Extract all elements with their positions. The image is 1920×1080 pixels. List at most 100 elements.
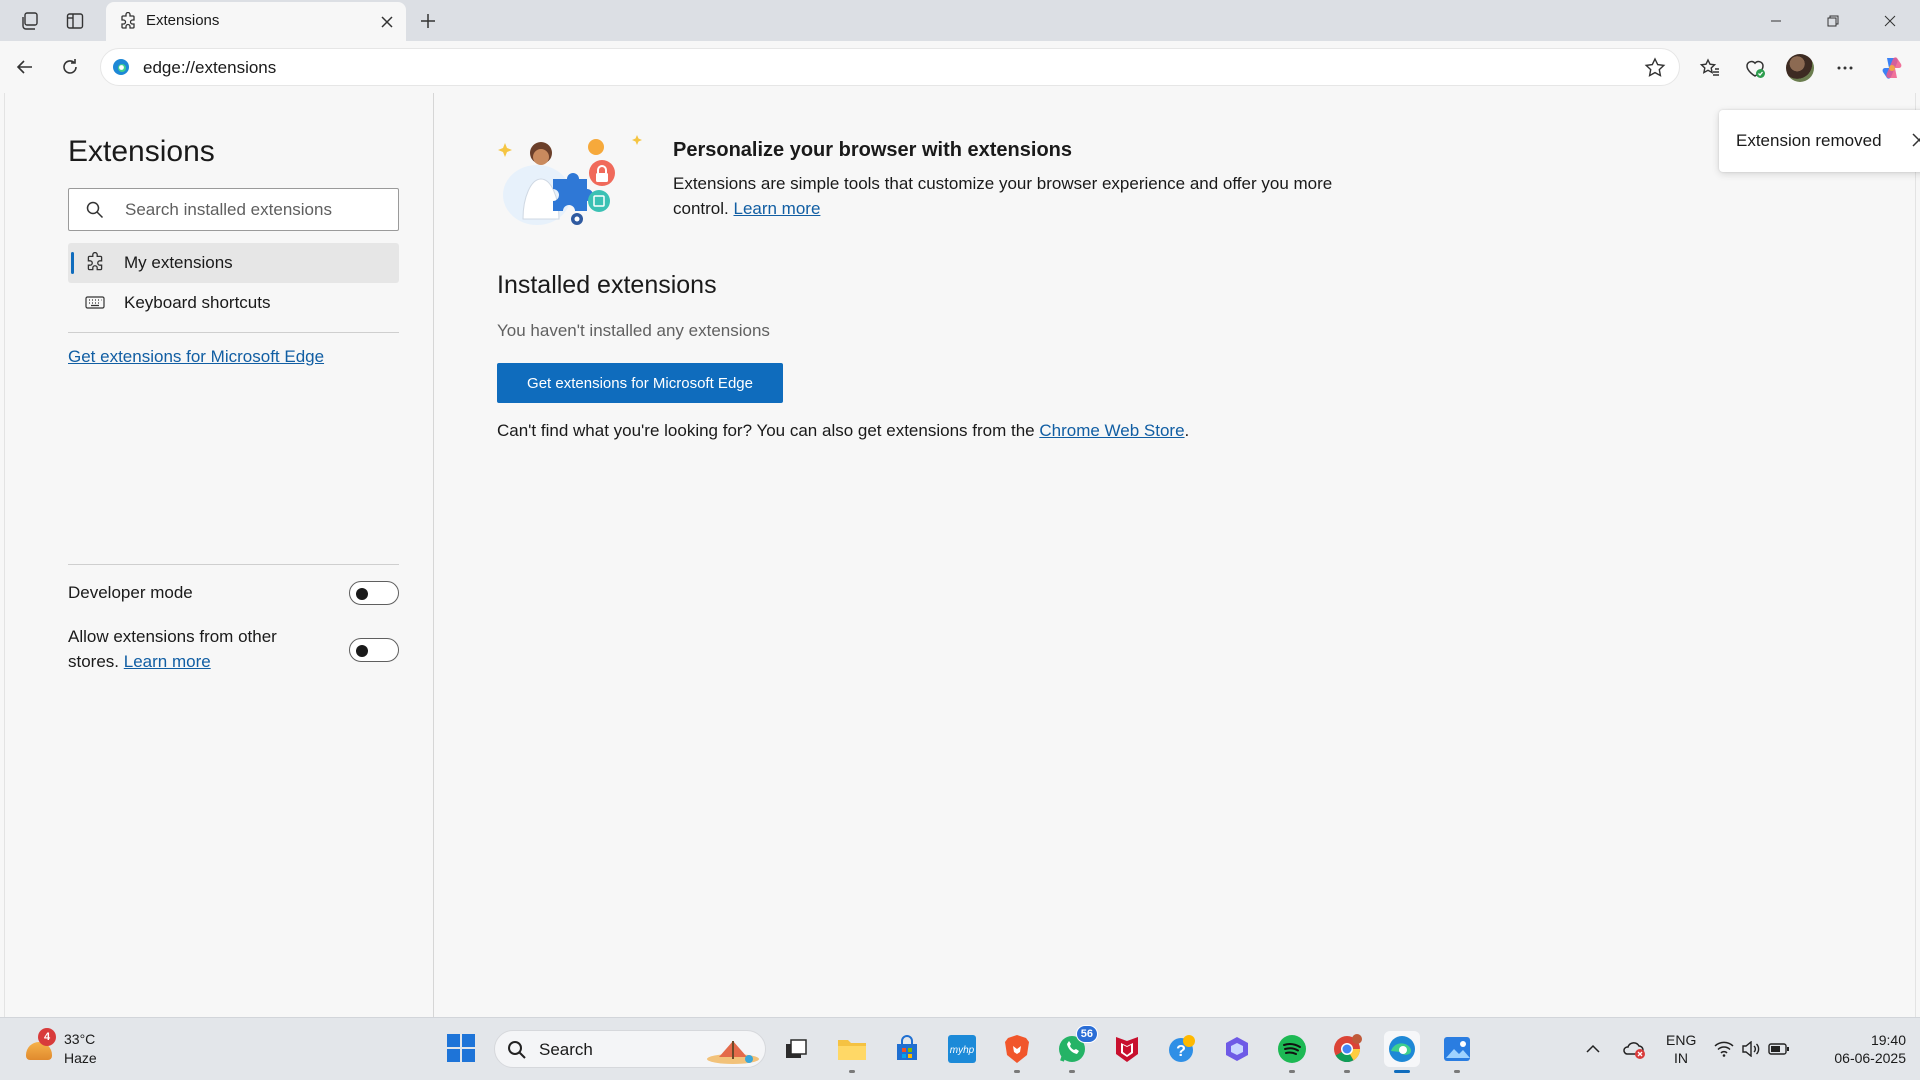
svg-text:?: ? xyxy=(1176,1043,1186,1060)
title-bar: Extensions xyxy=(0,0,1920,41)
sidebar-title: Extensions xyxy=(68,135,215,168)
svg-text:myhp: myhp xyxy=(950,1045,975,1056)
profile-avatar[interactable] xyxy=(1786,54,1814,82)
get-extensions-button[interactable]: Get extensions for Microsoft Edge xyxy=(497,363,783,403)
close-window-button[interactable] xyxy=(1862,0,1918,41)
chrome-icon xyxy=(1334,1034,1362,1063)
hero-learn-more-link[interactable]: Learn more xyxy=(733,199,820,218)
workspaces-icon[interactable] xyxy=(17,8,43,34)
vertical-tabs-icon[interactable] xyxy=(62,8,88,34)
brave-icon xyxy=(1005,1035,1029,1063)
volume-icon xyxy=(1742,1041,1760,1057)
running-indicator xyxy=(1454,1070,1460,1073)
favorite-star-icon[interactable] xyxy=(1643,56,1667,80)
edge-icon xyxy=(1389,1036,1415,1062)
minimize-button[interactable] xyxy=(1748,0,1804,41)
restore-button[interactable] xyxy=(1805,0,1861,41)
quick-settings-button[interactable] xyxy=(1714,1036,1790,1062)
folder-icon xyxy=(838,1040,866,1060)
taskbar-app-spotify[interactable] xyxy=(1274,1031,1310,1073)
sidebar-divider xyxy=(68,332,399,333)
extensions-main: Personalize your browser with extensions… xyxy=(435,93,1920,1017)
toggle-knob xyxy=(356,588,368,600)
browser-essentials-icon[interactable] xyxy=(1740,53,1770,83)
start-button[interactable] xyxy=(446,1033,476,1063)
installed-extensions-title: Installed extensions xyxy=(497,271,717,299)
running-indicator xyxy=(1344,1070,1350,1073)
language-indicator[interactable]: ENG IN xyxy=(1666,1031,1696,1067)
help-icon: ? xyxy=(1169,1035,1195,1062)
taskbar-app-edge[interactable] xyxy=(1384,1031,1420,1073)
extension-removed-toast: Extension removed xyxy=(1719,110,1920,172)
copilot-icon[interactable] xyxy=(1877,53,1907,83)
restore-icon xyxy=(1827,15,1839,26)
other-stores-learn-more-link[interactable]: Learn more xyxy=(124,652,211,671)
plus-icon xyxy=(421,14,435,28)
taskbar-app-file-explorer[interactable] xyxy=(834,1031,870,1073)
more-options-icon[interactable] xyxy=(1830,53,1860,83)
toggle-knob xyxy=(356,645,368,657)
page-content: Extensions My extensions Keyboard shortc… xyxy=(0,93,1920,1017)
address-bar[interactable]: edge://extensions xyxy=(100,48,1680,86)
clock[interactable]: 19:40 06-06-2025 xyxy=(1810,1031,1906,1067)
windows-logo-icon xyxy=(447,1034,475,1062)
onedrive-tray-button[interactable] xyxy=(1620,1036,1648,1062)
tab-extensions[interactable]: Extensions xyxy=(106,2,406,41)
edge-logo-icon xyxy=(112,58,130,76)
region-line: IN xyxy=(1674,1050,1688,1066)
chrome-store-prefix: Can't find what you're looking for? You … xyxy=(497,421,1035,440)
myhp-icon: myhp xyxy=(948,1035,976,1063)
browser-toolbar: edge://extensions xyxy=(0,41,1920,93)
weather-badge: 4 xyxy=(38,1028,56,1046)
sidebar-item-keyboard-shortcuts[interactable]: Keyboard shortcuts xyxy=(68,283,399,323)
sidebar-divider xyxy=(68,564,399,565)
back-button[interactable] xyxy=(10,52,40,82)
taskbar-app-myhp[interactable]: myhp xyxy=(944,1031,980,1067)
minimize-icon xyxy=(1771,20,1781,21)
running-indicator xyxy=(849,1070,855,1073)
sidebar-item-label: Keyboard shortcuts xyxy=(124,293,271,312)
battery-icon xyxy=(1768,1043,1789,1055)
keyboard-icon xyxy=(84,292,106,314)
taskbar-app-chrome[interactable] xyxy=(1329,1031,1365,1073)
extensions-sidebar: Extensions My extensions Keyboard shortc… xyxy=(5,93,434,1017)
back-arrow-icon xyxy=(16,60,32,74)
other-stores-label: Allow extensions from other stores. Lear… xyxy=(68,624,308,674)
extension-icon xyxy=(118,11,138,32)
get-extensions-link[interactable]: Get extensions for Microsoft Edge xyxy=(68,347,324,367)
taskbar-app-copilot[interactable] xyxy=(1219,1031,1255,1067)
taskbar-app-whatsapp[interactable]: 56 xyxy=(1054,1025,1098,1073)
refresh-button[interactable] xyxy=(55,52,85,82)
search-box[interactable] xyxy=(68,188,399,231)
address-text[interactable]: edge://extensions xyxy=(143,58,276,78)
developer-mode-toggle[interactable] xyxy=(349,581,399,605)
taskbar-app-task-view[interactable] xyxy=(778,1031,814,1067)
photos-icon xyxy=(1444,1037,1470,1061)
extensions-illustration xyxy=(497,129,645,229)
chrome-store-suffix: . xyxy=(1184,421,1190,440)
clock-date: 06-06-2025 xyxy=(1834,1050,1906,1066)
favorites-icon[interactable] xyxy=(1695,53,1725,83)
windows-taskbar: 4 33°C Haze Search myhp 56 ? ENG IN 19:4… xyxy=(0,1017,1920,1080)
taskbar-app-brave[interactable] xyxy=(999,1031,1035,1073)
weather-temperature: 33°C xyxy=(64,1031,96,1047)
language-line: ENG xyxy=(1666,1032,1697,1048)
taskbar-app-photos[interactable] xyxy=(1439,1031,1475,1073)
taskbar-app-store[interactable] xyxy=(889,1031,925,1067)
taskbar-app-mcafee[interactable] xyxy=(1109,1031,1145,1067)
search-input[interactable] xyxy=(125,198,385,222)
taskbar-app-get-help[interactable]: ? xyxy=(1164,1031,1200,1067)
running-indicator xyxy=(1289,1070,1295,1073)
chrome-web-store-link[interactable]: Chrome Web Store xyxy=(1039,421,1184,440)
new-tab-button[interactable] xyxy=(414,7,442,35)
sidebar-item-label: My extensions xyxy=(124,253,233,272)
close-tab-icon[interactable] xyxy=(376,11,398,33)
close-icon xyxy=(1884,15,1896,26)
show-hidden-icons-button[interactable] xyxy=(1582,1036,1604,1062)
taskbar-search[interactable]: Search xyxy=(494,1030,766,1068)
sidebar-item-my-extensions[interactable]: My extensions xyxy=(68,243,399,283)
weather-widget[interactable]: 4 33°C Haze xyxy=(22,1028,112,1072)
toast-close-icon[interactable] xyxy=(1907,128,1920,152)
taskbar-search-label: Search xyxy=(539,1040,593,1059)
other-stores-toggle[interactable] xyxy=(349,638,399,662)
